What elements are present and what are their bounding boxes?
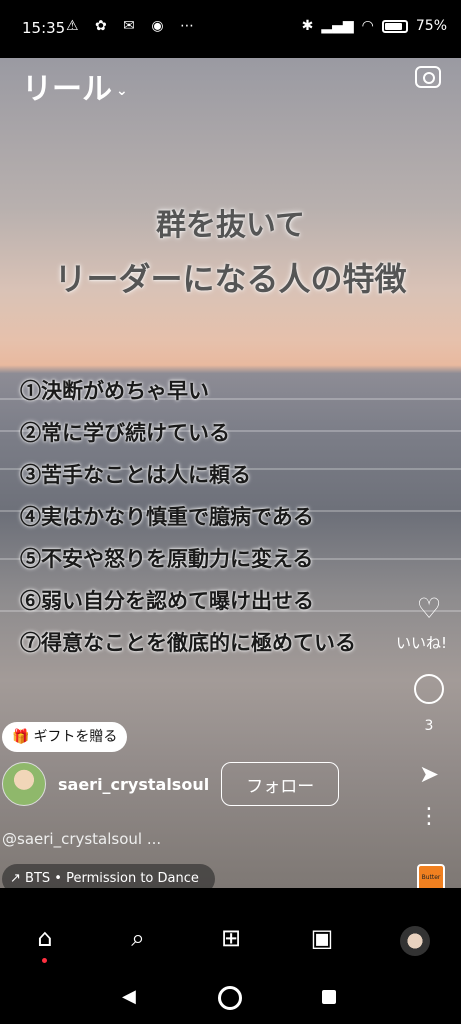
recents-icon[interactable] xyxy=(322,990,336,1004)
list-item: ④実はかなり慎重で臆病である xyxy=(20,504,314,529)
trait-list: ①決断がめちゃ早い ②常に学び続けている ③苦手なことは人に頼る ④実はかなり慎… xyxy=(20,370,356,664)
reel-title-line2: リーダーになる人の特徴 xyxy=(54,260,407,298)
gift-icon: 🎁 xyxy=(12,729,30,745)
page-title: リール xyxy=(22,72,112,107)
audio-title: BTS • Permission to Dance xyxy=(25,871,199,886)
search-icon[interactable]: ⌕ xyxy=(121,924,155,958)
list-item: ②常に学び続けている xyxy=(20,420,230,445)
follow-button[interactable]: フォロー xyxy=(221,762,340,806)
home-icon[interactable]: ⌂ xyxy=(28,924,62,958)
status-time: 15:35 xyxy=(22,19,66,37)
reels-icon[interactable]: ▣ xyxy=(305,924,339,958)
notification-icons: ⚠ ✿ ✉ ◉ ⋯ xyxy=(66,18,201,34)
chevron-down-icon: ⌄ xyxy=(116,82,128,99)
like-label: いいね! xyxy=(395,634,447,652)
comment-icon[interactable] xyxy=(414,674,444,704)
gift-label: ギフトを贈る xyxy=(33,729,118,745)
bottom-nav: ⌂ ⌕ ⊞ ▣ ◀ xyxy=(0,888,461,1024)
caption[interactable]: @saeri_crystalsoul ... xyxy=(2,830,161,848)
reel-title-line1: 群を抜いて xyxy=(155,208,306,243)
audio-thumbnail[interactable]: Butter xyxy=(417,864,445,888)
avatar[interactable] xyxy=(2,762,46,806)
profile-avatar[interactable] xyxy=(398,924,432,958)
camera-icon[interactable] xyxy=(415,66,441,88)
battery-level: 75% xyxy=(415,18,447,34)
signal-icon: ▂▄▆ xyxy=(321,18,354,34)
create-icon[interactable]: ⊞ xyxy=(214,924,248,958)
status-bar: 15:35 ⚠ ✿ ✉ ◉ ⋯ ✱ ▂▄▆ ◠ 75% xyxy=(0,0,461,58)
home-button-icon[interactable] xyxy=(218,986,242,1010)
list-item: ①決断がめちゃ早い xyxy=(20,378,209,403)
back-icon[interactable]: ◀ xyxy=(122,986,136,1007)
author-row: saeri_crystalsoul フォロー xyxy=(2,760,340,808)
audio-label[interactable]: ↗ BTS • Permission to Dance xyxy=(2,864,215,888)
battery-icon xyxy=(381,19,408,33)
reels-header[interactable]: リール ⌄ xyxy=(22,64,128,108)
username[interactable]: saeri_crystalsoul xyxy=(58,775,209,794)
more-options-icon[interactable]: ⋮ xyxy=(411,806,447,828)
list-item: ⑤不安や怒りを原動力に変える xyxy=(20,546,314,571)
send-icon[interactable]: ➤ xyxy=(411,760,447,788)
list-item: ⑦得意なことを徹底的に極めている xyxy=(20,630,356,655)
heart-icon[interactable]: ♡ xyxy=(411,592,447,625)
list-item: ③苦手なことは人に頼る xyxy=(20,462,251,487)
list-item: ⑥弱い自分を認めて曝け出せる xyxy=(20,588,314,613)
home-active-dot xyxy=(42,958,47,963)
wifi-icon: ◠ xyxy=(361,18,374,34)
trend-arrow-icon: ↗ xyxy=(10,871,21,886)
reel-video[interactable]: リール ⌄ 群を抜いて リーダーになる人の特徴 ①決断がめちゃ早い ②常に学び続け… xyxy=(0,58,461,888)
gift-button[interactable]: 🎁 ギフトを贈る xyxy=(2,722,128,752)
status-right: ✱ ▂▄▆ ◠ 75% xyxy=(302,18,447,34)
bluetooth-icon: ✱ xyxy=(301,18,314,34)
comment-count: 3 xyxy=(424,718,434,734)
